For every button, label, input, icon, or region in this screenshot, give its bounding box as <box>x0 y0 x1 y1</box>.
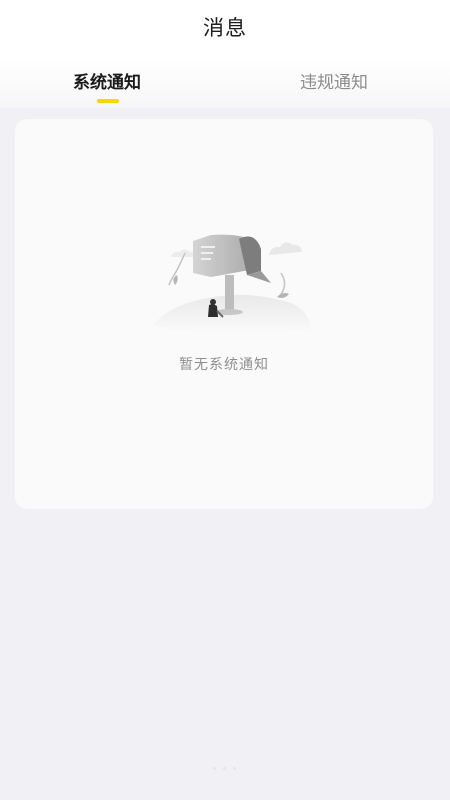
notification-list-card: 暂无系统通知 <box>15 119 433 509</box>
tab-violation-notifications[interactable]: 违规通知 <box>300 68 368 93</box>
scroll-dot <box>223 767 226 770</box>
tab-system-notifications[interactable]: 系统通知 <box>73 68 141 93</box>
empty-mailbox-icon <box>153 234 311 334</box>
scroll-dot <box>213 767 216 770</box>
page-title: 消息 <box>203 16 247 40</box>
empty-state-message: 暂无系统通知 <box>179 357 269 373</box>
scroll-dot <box>233 767 236 770</box>
active-tab-indicator <box>97 99 119 103</box>
header: 消息 系统通知 违规通知 <box>0 0 450 108</box>
scroll-indicator <box>213 755 243 774</box>
